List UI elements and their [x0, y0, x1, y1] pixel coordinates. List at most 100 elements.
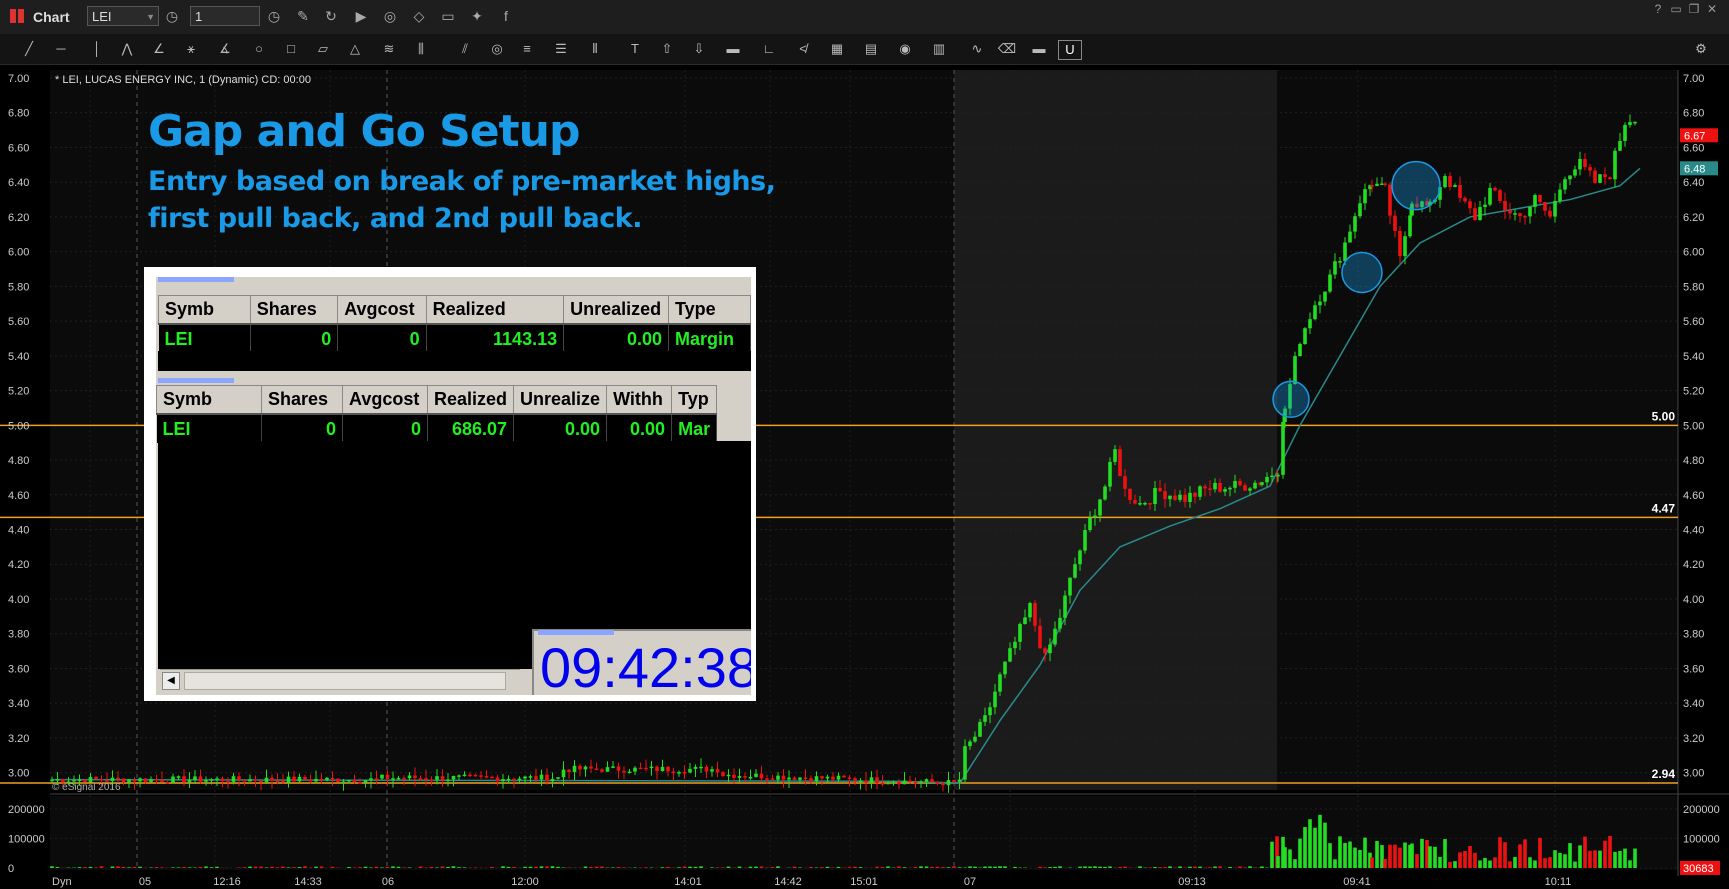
y-tick-label: 4.40 [1683, 525, 1704, 537]
cell-unrealized: 0.00 [513, 414, 608, 443]
clock-tab[interactable] [538, 630, 614, 635]
col-header[interactable]: Typ [671, 385, 718, 415]
volume-bar [248, 866, 252, 868]
table-row[interactable]: LEI 0 0 1143.13 0.00 Margin [158, 324, 751, 353]
col-header[interactable]: Withh [606, 385, 673, 415]
volume-bar [1383, 858, 1387, 868]
volume-bar [1598, 850, 1602, 868]
col-header[interactable]: Unrealized [563, 295, 669, 325]
candle-body [1598, 174, 1602, 183]
volume-tick-label-left: 100000 [8, 833, 45, 845]
candle-body [1128, 488, 1132, 500]
candle-body [1568, 175, 1572, 180]
candle-body [193, 776, 197, 780]
candle-body [1448, 175, 1452, 187]
table-row[interactable]: LEI 0 0 686.07 0.00 0.00 Mar [156, 414, 718, 443]
positions-window: Symb Shares Avgcost Realized Unrealized … [156, 277, 751, 695]
col-header[interactable]: Realized [425, 295, 565, 325]
col-header[interactable]: Symb [156, 385, 262, 415]
candle-body [924, 779, 929, 782]
candle-body [902, 780, 907, 785]
scroll-thumb[interactable] [184, 672, 506, 690]
volume-bar [523, 866, 527, 868]
cell-unrealized: 0.00 [563, 324, 669, 353]
volume-bar [138, 866, 142, 868]
overlay-subtitle-line2: first pull back, and 2nd pull back. [148, 203, 642, 234]
col-header[interactable]: Type [668, 295, 751, 325]
col-header[interactable]: Avgcost [342, 385, 428, 415]
volume-bar [1328, 843, 1332, 868]
volume-bar [77, 867, 82, 868]
volume-bar [556, 866, 560, 868]
candle-body [550, 778, 555, 782]
candle-body [121, 778, 126, 783]
volume-bar [292, 867, 296, 868]
col-header[interactable]: Realized [426, 385, 515, 415]
volume-bar [83, 867, 87, 868]
candle-body [484, 776, 489, 778]
positions-panel: Symb Shares Avgcost Realized Unrealized … [144, 267, 756, 701]
volume-bar [1503, 842, 1507, 868]
volume-bar [50, 866, 54, 868]
candle-body [891, 782, 896, 784]
volume-bar [407, 867, 412, 868]
candle-body [1203, 486, 1207, 489]
horizontal-scrollbar[interactable]: ◀ [160, 669, 520, 690]
candle-body [978, 721, 982, 737]
candle-body [908, 780, 912, 782]
volume-bar [1493, 857, 1497, 868]
candle-body [1363, 189, 1367, 204]
volume-bar [369, 867, 373, 868]
col-header[interactable]: Unrealize [513, 385, 608, 415]
candle-body [1183, 494, 1187, 502]
level-label: 2.94 [1652, 767, 1676, 781]
volume-bar [1313, 827, 1317, 868]
volume-bar [88, 866, 93, 868]
col-header[interactable]: Avgcost [337, 295, 427, 325]
candle-body [429, 779, 434, 781]
y-tick-label-left: 5.00 [8, 420, 29, 432]
volume-bar [462, 867, 467, 868]
volume-bar [1093, 866, 1097, 868]
candle-body [204, 780, 208, 782]
candle-body [435, 776, 439, 780]
volume-bar [534, 866, 538, 868]
candle-body [1265, 476, 1269, 483]
volume-bar [1178, 866, 1182, 868]
candle-body [1238, 480, 1242, 486]
candle-body [875, 777, 879, 784]
candle-body [842, 775, 846, 778]
positions-tab-1[interactable] [158, 277, 234, 282]
candle-body [94, 776, 98, 779]
y-tick-label-left: 3.60 [8, 663, 29, 675]
col-header[interactable]: Symb [158, 295, 251, 325]
volume-bar [1188, 866, 1192, 868]
candle-body [319, 778, 324, 781]
volume-bar [825, 866, 830, 868]
volume-bar [776, 866, 780, 868]
candle-body [594, 768, 599, 771]
volume-bar [319, 866, 324, 868]
candle-body [1398, 230, 1402, 257]
col-header[interactable]: Shares [249, 295, 339, 325]
candle-body [1158, 487, 1162, 492]
candle-body [1603, 174, 1607, 178]
candle-body [968, 741, 972, 747]
candle-body [523, 776, 527, 779]
candle-body [407, 775, 412, 779]
candle-body [154, 779, 159, 781]
volume-bar [988, 866, 992, 868]
candle-body [1293, 356, 1297, 385]
candle-body [1023, 617, 1027, 625]
candle-body [836, 775, 841, 780]
volume-bar [539, 866, 544, 868]
volume-bar [1338, 836, 1342, 868]
candle-body [1383, 183, 1387, 185]
col-header[interactable]: Shares [261, 385, 343, 415]
scroll-left-icon[interactable]: ◀ [162, 672, 180, 690]
volume-bar [913, 867, 918, 868]
candle-body [1008, 648, 1012, 662]
positions-tab-2[interactable] [158, 378, 234, 383]
volume-bar [270, 866, 274, 868]
candle-body [754, 773, 758, 777]
